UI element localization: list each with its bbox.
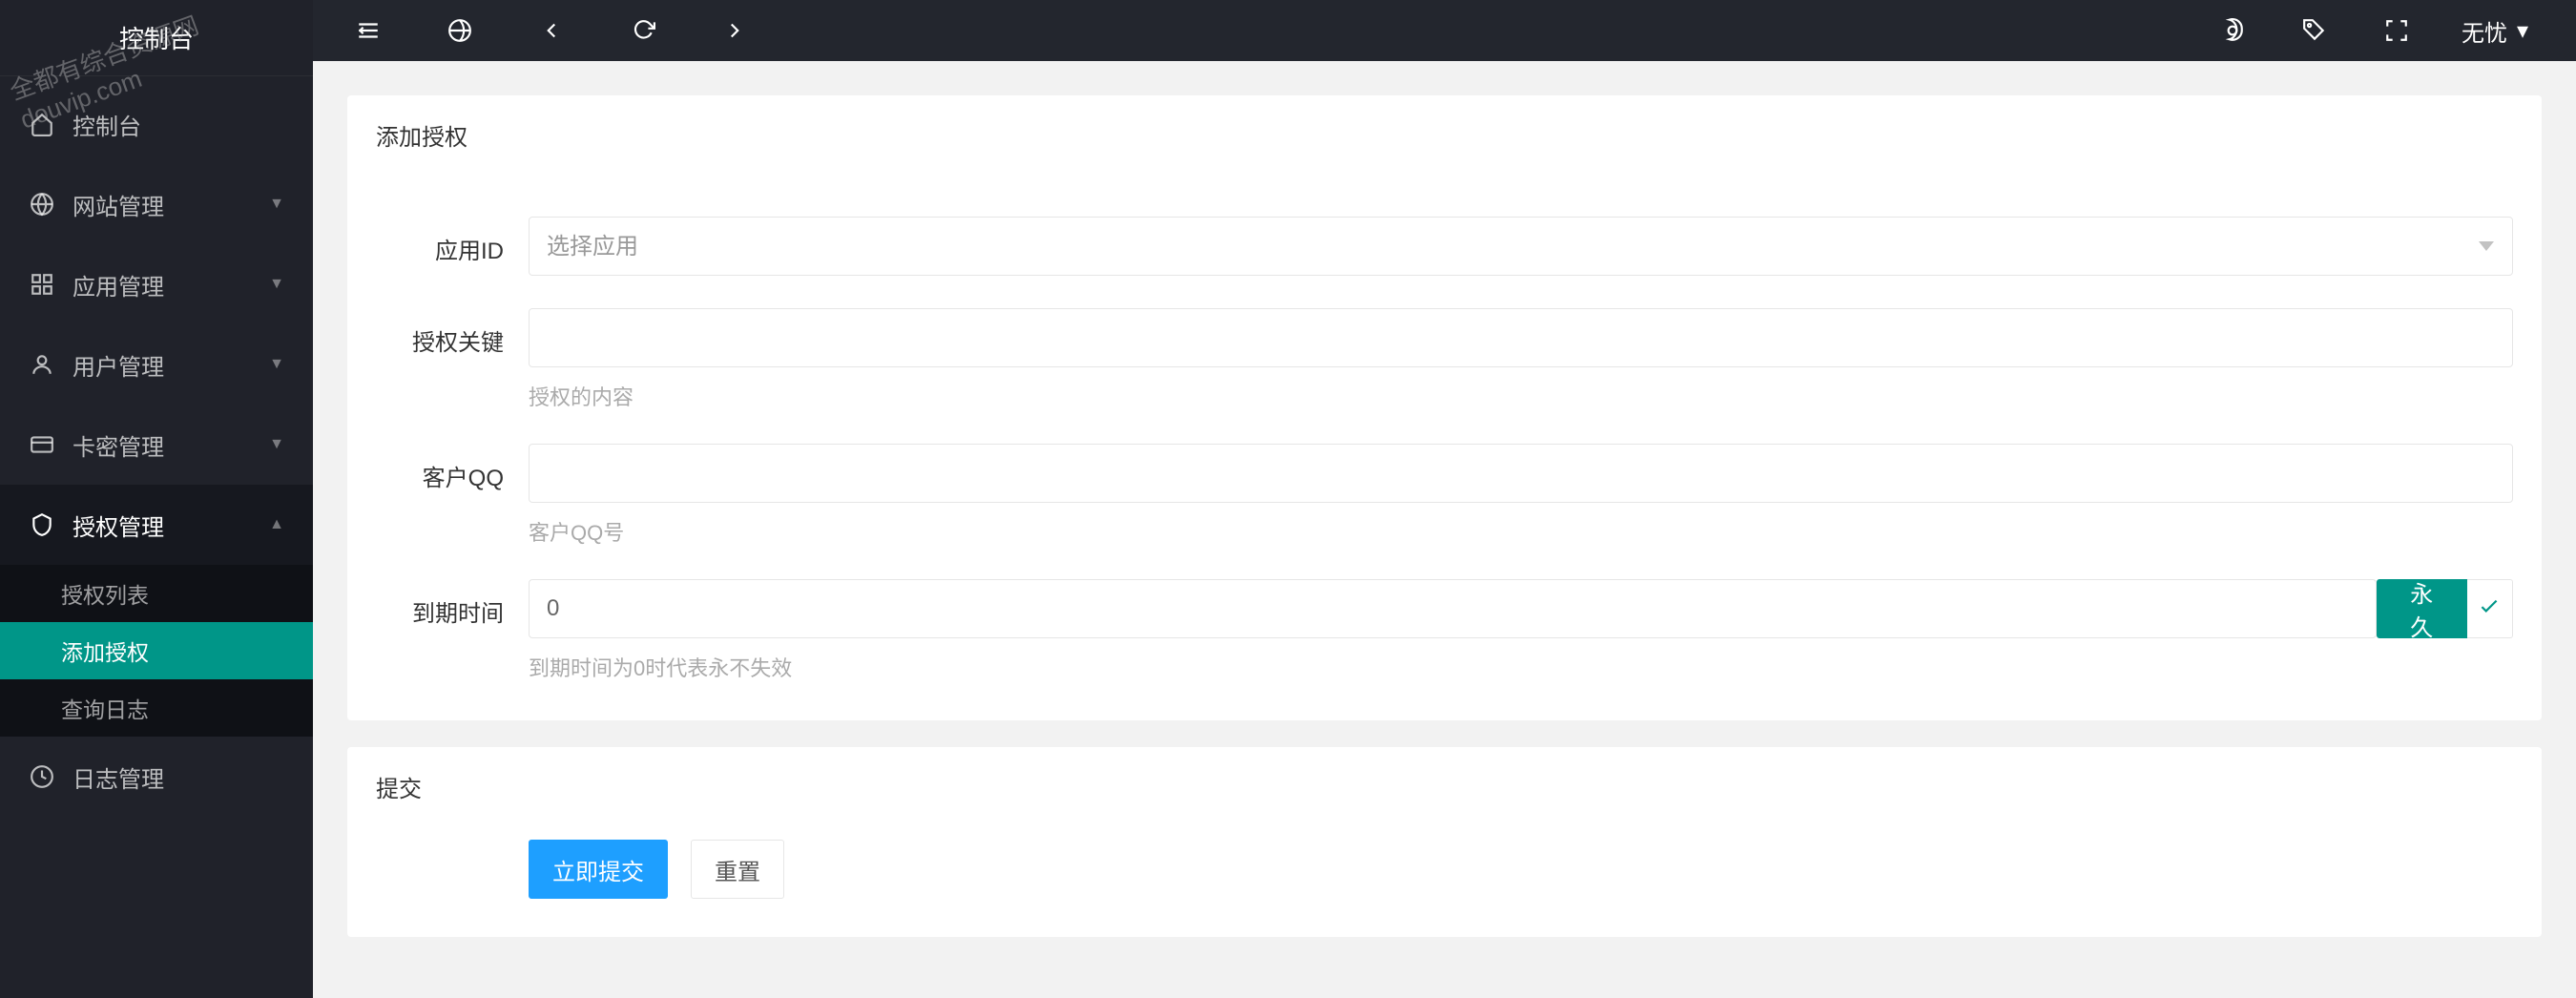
- sidebar-title: 控制台: [0, 0, 313, 76]
- chevron-down-icon: ▼: [269, 196, 284, 213]
- nav-label: 授权管理: [73, 509, 164, 542]
- input-authkey[interactable]: [529, 308, 2513, 367]
- theme-icon[interactable]: [2215, 13, 2250, 48]
- user-name: 无忧: [2462, 14, 2507, 48]
- forever-button[interactable]: 永久: [2377, 579, 2467, 638]
- sub-auth-add[interactable]: 添加授权: [0, 622, 313, 679]
- main: 无忧 ▾ 添加授权 应用ID 选择应用: [313, 0, 2576, 998]
- nav-back-icon[interactable]: [534, 13, 569, 48]
- label-authkey: 授权关键: [376, 308, 529, 357]
- chevron-down-icon: ▼: [269, 356, 284, 373]
- chevron-up-icon: ▲: [269, 516, 284, 533]
- submit-button[interactable]: 立即提交: [529, 840, 668, 899]
- nav-apps[interactable]: 应用管理 ▼: [0, 244, 313, 324]
- globe-icon[interactable]: [443, 13, 477, 48]
- home-icon: [29, 112, 55, 136]
- submit-card: 提交 立即提交 重置: [347, 747, 2542, 937]
- menu-collapse-icon[interactable]: [351, 13, 385, 48]
- nav-cards[interactable]: 卡密管理 ▼: [0, 405, 313, 485]
- user-icon: [29, 352, 55, 377]
- input-expires[interactable]: [529, 579, 2377, 638]
- refresh-icon[interactable]: [626, 13, 660, 48]
- chevron-down-icon: ▼: [269, 436, 284, 453]
- nav-label: 卡密管理: [73, 428, 164, 462]
- reset-button[interactable]: 重置: [691, 840, 784, 899]
- nav-users[interactable]: 用户管理 ▼: [0, 324, 313, 405]
- card-icon: [29, 432, 55, 457]
- select-appid[interactable]: 选择应用: [529, 217, 2513, 276]
- chevron-down-icon: ▼: [269, 276, 284, 293]
- shield-icon: [29, 512, 55, 537]
- user-menu[interactable]: 无忧 ▾: [2462, 14, 2528, 48]
- nav-label: 控制台: [73, 108, 141, 141]
- content: 添加授权 应用ID 选择应用 授权关键: [313, 61, 2576, 998]
- submit-title: 提交: [347, 747, 2542, 826]
- hint-authkey: 授权的内容: [529, 381, 2513, 411]
- nav-label: 日志管理: [73, 760, 164, 794]
- topbar: 无忧 ▾: [313, 0, 2576, 61]
- nav-label: 应用管理: [73, 268, 164, 301]
- hint-expires: 到期时间为0时代表永不失效: [529, 652, 2513, 682]
- sidebar: 控制台 控制台 网站管理 ▼ 应用管理 ▼ 用户管理 ▼: [0, 0, 313, 998]
- caret-down-icon: ▾: [2517, 17, 2528, 45]
- label-qq: 客户QQ: [376, 444, 529, 492]
- input-qq[interactable]: [529, 444, 2513, 503]
- sidebar-nav: 控制台 网站管理 ▼ 应用管理 ▼ 用户管理 ▼ 卡密管理 ▼: [0, 76, 313, 998]
- form-card: 添加授权 应用ID 选择应用 授权关键: [347, 95, 2542, 720]
- nav-logs[interactable]: 日志管理: [0, 737, 313, 817]
- nav-auth[interactable]: 授权管理 ▲: [0, 485, 313, 565]
- check-icon: [2477, 593, 2502, 625]
- fullscreen-icon[interactable]: [2379, 13, 2414, 48]
- sub-auth-list[interactable]: 授权列表: [0, 565, 313, 622]
- globe-icon: [29, 192, 55, 217]
- label-appid: 应用ID: [376, 217, 529, 265]
- card-title: 添加授权: [347, 95, 2542, 175]
- tag-icon[interactable]: [2297, 13, 2332, 48]
- hint-qq: 客户QQ号: [529, 516, 2513, 547]
- confirm-button[interactable]: [2467, 579, 2513, 638]
- nav-site[interactable]: 网站管理 ▼: [0, 164, 313, 244]
- nav-label: 用户管理: [73, 348, 164, 382]
- nav-label: 网站管理: [73, 188, 164, 221]
- label-expires: 到期时间: [376, 579, 529, 628]
- grid-icon: [29, 272, 55, 297]
- nav-forward-icon[interactable]: [717, 13, 752, 48]
- nav-dashboard[interactable]: 控制台: [0, 84, 313, 164]
- sub-auth-log[interactable]: 查询日志: [0, 679, 313, 737]
- clock-icon: [29, 764, 55, 789]
